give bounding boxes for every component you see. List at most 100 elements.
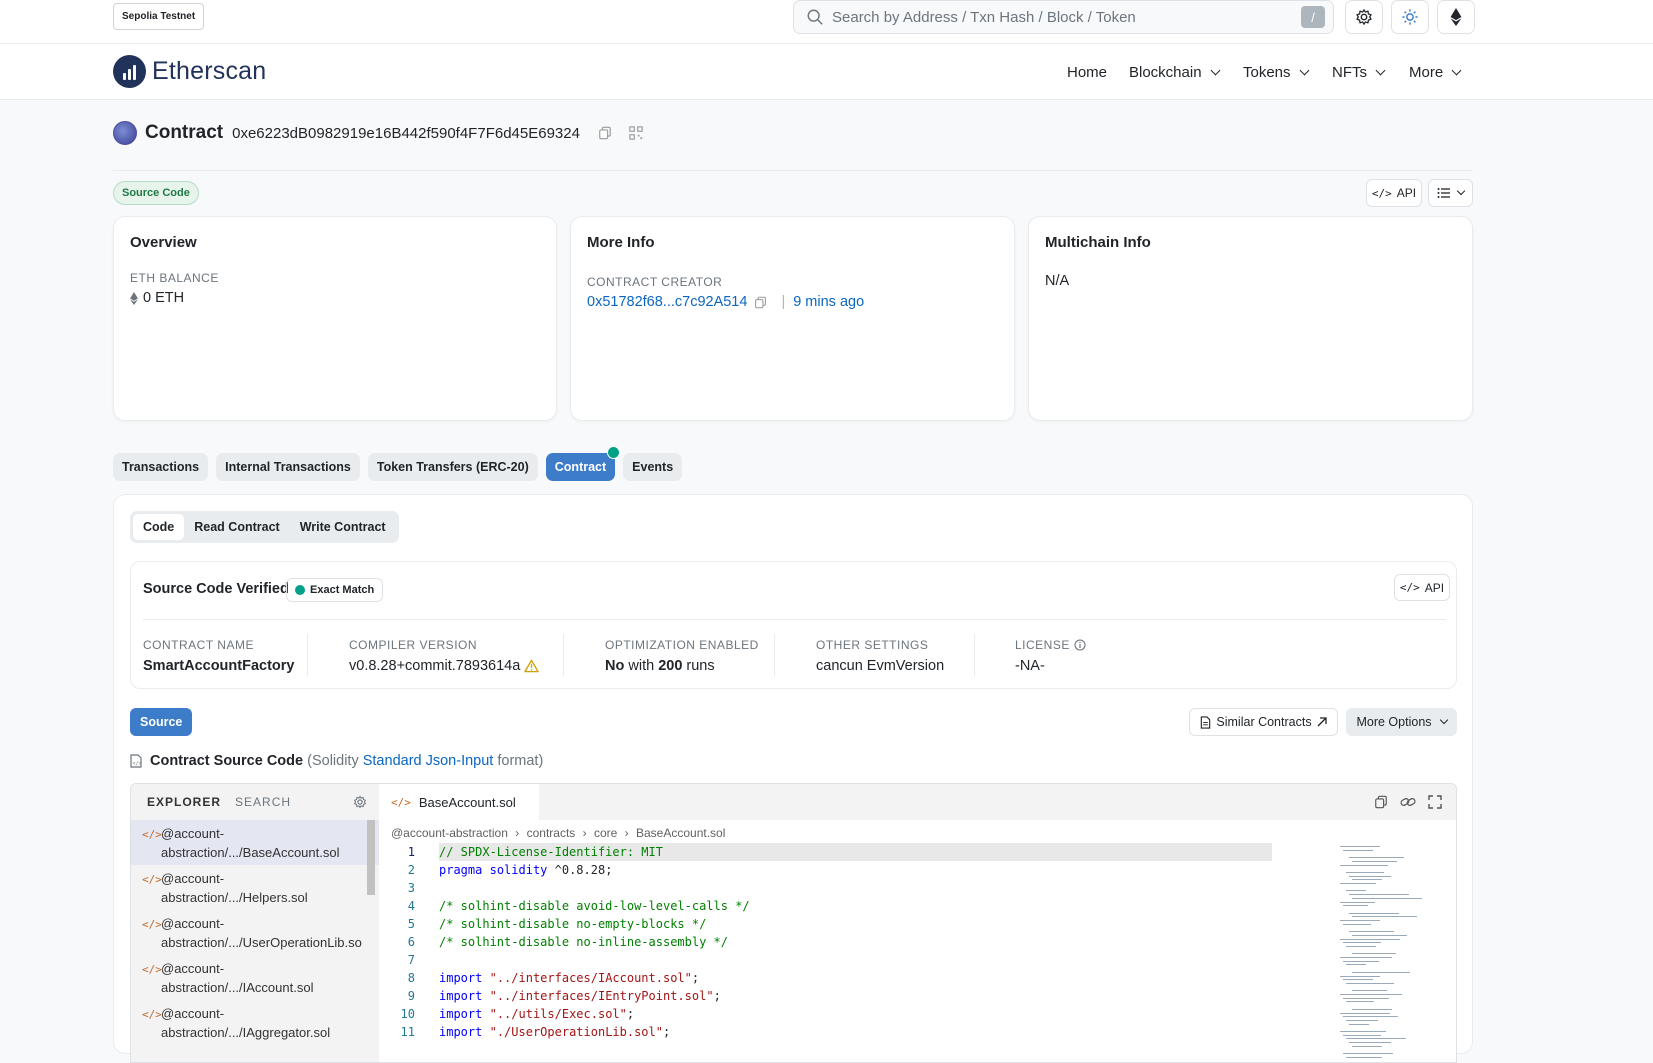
explorer-file-item[interactable]: </> @account-abstraction/.../IAccount.sol: [131, 955, 379, 1000]
gear-icon[interactable]: [353, 795, 367, 809]
tab-events[interactable]: Events: [623, 453, 683, 481]
tab-transactions[interactable]: Transactions: [113, 453, 209, 481]
code-lines[interactable]: 1 // SPDX-License-Identifier: MIT 2 pragma …: [379, 843, 1272, 1041]
minimap-line: [1346, 1001, 1374, 1003]
source-button[interactable]: Source: [130, 708, 193, 736]
tab-token-transfers[interactable]: Token Transfers (ERC-20): [367, 453, 538, 481]
similar-contracts-button[interactable]: Similar Contracts: [1189, 708, 1338, 736]
minimap-line: [1349, 894, 1409, 896]
code-token: ;: [691, 971, 700, 985]
breadcrumb-item[interactable]: core: [594, 826, 617, 840]
explorer-file-item[interactable]: </> @account-abstraction/.../IAggregator.…: [131, 1000, 379, 1045]
editor-file-tab[interactable]: </> BaseAccount.sol: [379, 784, 539, 820]
minimap-line: [1343, 1034, 1381, 1036]
code-token: solidity: [489, 863, 548, 877]
etherscan-logo[interactable]: Etherscan: [113, 55, 266, 88]
nav-more[interactable]: More: [1409, 44, 1462, 100]
file-path-line: abstraction/.../Helpers.sol: [161, 890, 308, 905]
network-switch-button[interactable]: [1437, 0, 1475, 34]
field-separator: [774, 634, 775, 676]
explorer-tab[interactable]: EXPLORER: [147, 795, 221, 809]
chevron-down-icon: [1210, 65, 1220, 75]
heading-pre: (Solidity: [307, 753, 363, 769]
copy-icon[interactable]: [754, 296, 767, 309]
line-number: 2: [407, 863, 415, 877]
nav-nfts[interactable]: NFTs: [1332, 44, 1386, 100]
chevron-down-icon: [1439, 715, 1448, 725]
breadcrumb-item[interactable]: contracts: [527, 826, 576, 840]
breadcrumb-item[interactable]: @account-abstraction: [391, 826, 508, 840]
code-line: 7: [379, 951, 1272, 969]
verified-api-button[interactable]: </> API: [1394, 574, 1450, 601]
similar-contracts-label: Similar Contracts: [1216, 715, 1312, 729]
breadcrumb-item[interactable]: BaseAccount.sol: [636, 826, 725, 840]
search-box[interactable]: /: [793, 0, 1334, 34]
explorer-scrollbar[interactable]: [367, 820, 375, 895]
fullscreen-icon[interactable]: [1428, 795, 1442, 809]
theme-toggle-button[interactable]: [1391, 0, 1429, 34]
warning-icon[interactable]: [524, 659, 540, 673]
minimap-line: [1346, 982, 1394, 984]
file-code-icon: </>: [130, 754, 142, 768]
explorer-file-item[interactable]: </> @account-abstraction/.../Helpers.sol: [131, 865, 379, 910]
standard-json-input-link[interactable]: Standard Json-Input: [363, 753, 494, 769]
copy-icon[interactable]: [1374, 795, 1388, 809]
nav-home-label: Home: [1067, 63, 1108, 81]
multichain-title: Multichain Info: [1045, 234, 1151, 251]
minimap-line: [1343, 1016, 1398, 1018]
code-file-icon: </>: [142, 1008, 162, 1021]
code-line: 3: [379, 879, 1272, 897]
code-line: 1 // SPDX-License-Identifier: MIT: [379, 843, 1272, 861]
nav-home[interactable]: Home: [1067, 44, 1107, 100]
copy-icon[interactable]: [598, 126, 612, 140]
minimap-line: [1343, 905, 1368, 907]
eth-balance-label: ETH BALANCE: [130, 271, 219, 285]
api-button[interactable]: </> API: [1366, 179, 1422, 207]
contract-source-heading: </> Contract Source Code (Solidity Stand…: [130, 753, 543, 769]
verification-box: Source Code Verified Exact Match </> API …: [130, 561, 1457, 689]
more-options-button[interactable]: More Options: [1346, 708, 1457, 736]
multichain-value: N/A: [1045, 273, 1070, 289]
subtab-read-contract[interactable]: Read Contract: [184, 514, 289, 540]
creator-address-link[interactable]: 0x51782f68...c7c92A514: [587, 294, 747, 310]
heading-post: format): [493, 753, 544, 769]
source-code-pill[interactable]: Source Code: [113, 181, 199, 205]
nav-tokens[interactable]: Tokens: [1243, 44, 1309, 100]
tab-contract[interactable]: Contract: [545, 446, 621, 481]
minimap-line: [1349, 931, 1394, 933]
minimap-line: [1340, 975, 1380, 977]
list-options-button[interactable]: [1428, 179, 1473, 207]
tab-internal-transactions[interactable]: Internal Transactions: [216, 453, 360, 481]
subtab-code[interactable]: Code: [133, 514, 185, 540]
file-explorer: EXPLORER SEARCH </> @account-abstraction/…: [131, 784, 379, 1062]
line-content: import "../utils/Exec.sol";: [439, 1005, 634, 1023]
code-token: import: [439, 989, 483, 1003]
search-tab[interactable]: SEARCH: [235, 795, 291, 809]
file-path-line: @account-: [161, 871, 225, 886]
settings-button[interactable]: [1345, 0, 1383, 34]
minimap-line: [1340, 920, 1380, 921]
search-input[interactable]: [832, 8, 1301, 26]
optimization-field: OPTIMIZATION ENABLED No with 200 runs: [605, 638, 759, 674]
code-token: ;: [626, 1007, 635, 1021]
chevron-right-icon: ›: [582, 826, 587, 840]
qr-code-icon[interactable]: [629, 126, 643, 140]
link-icon[interactable]: [1400, 795, 1416, 809]
code-token: pragma: [439, 863, 483, 877]
contract-name-value: SmartAccountFactory: [143, 658, 295, 674]
minimap-line: [1352, 953, 1396, 955]
line-number: 10: [400, 1007, 415, 1021]
network-badge[interactable]: Sepolia Testnet: [113, 3, 205, 30]
creation-txn-link[interactable]: 9 mins ago: [793, 294, 864, 310]
nav-tokens-label: Tokens: [1243, 63, 1291, 81]
top-bar: Sepolia Testnet /: [0, 0, 1653, 44]
explorer-file-item[interactable]: </> @account-abstraction/.../BaseAccount.…: [131, 820, 379, 865]
code-token: ;: [713, 989, 721, 1003]
explorer-file-item[interactable]: </> @account-abstraction/.../UserOperatio…: [131, 910, 379, 955]
info-icon[interactable]: [1074, 639, 1086, 651]
code-minimap[interactable]: [1336, 846, 1446, 1061]
minimap-line: [1343, 960, 1379, 962]
nav-blockchain[interactable]: Blockchain: [1129, 44, 1220, 100]
subtab-write-contract[interactable]: Write Contract: [290, 514, 396, 540]
